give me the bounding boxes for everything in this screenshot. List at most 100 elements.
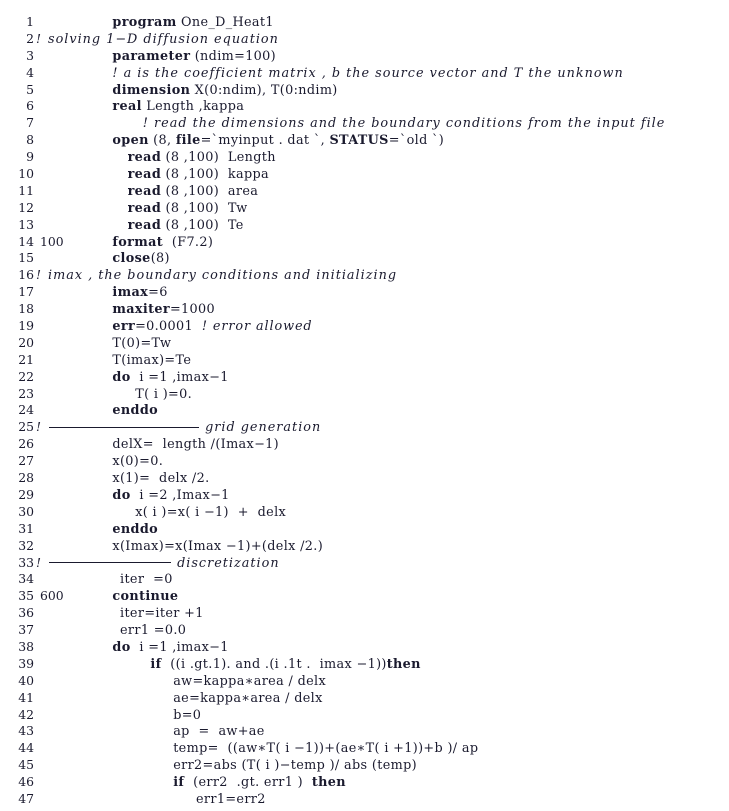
line-number: 35	[18, 588, 34, 604]
identifier: (8 ,100) Te	[161, 217, 244, 233]
code-line: 47 err1=err2	[0, 791, 729, 808]
identifier: (8,	[148, 133, 176, 149]
identifier: err1=err2	[196, 791, 266, 807]
identifier: i =2 ,Imax−1	[130, 487, 230, 503]
identifier: ae=kappa∗area / delx	[173, 690, 323, 706]
source-text: ae=kappa∗area / delx	[173, 691, 323, 706]
source-text: aw=kappa∗area / delx	[173, 674, 326, 689]
code-line: 33! discretization	[0, 555, 729, 572]
line-number: 17	[18, 284, 34, 300]
keyword: dimension	[112, 82, 191, 98]
line-number: 15	[18, 250, 34, 266]
line-number: 13	[18, 216, 34, 232]
identifier: (8 ,100) Length	[161, 150, 276, 166]
source-text: T( i )=0.	[135, 387, 192, 402]
source-text: do i =2 ,Imax−1	[112, 488, 229, 503]
source-text: x(0)=0.	[112, 454, 163, 469]
source-text: err=0.0001 ! error allowed	[112, 319, 312, 334]
identifier: (ndim=100)	[190, 48, 277, 64]
code-line: 40 aw=kappa∗area / delx	[0, 673, 729, 690]
source-text: if ((i .gt.1). and .(i .1t . imax −1))th…	[150, 657, 420, 672]
code-line: 26 delX= length /(Imax−1)	[0, 436, 729, 453]
line-number: 33	[18, 554, 34, 570]
source-text: parameter (ndim=100)	[112, 49, 276, 64]
source-text: enddo	[112, 403, 158, 418]
comment: grid generation	[200, 420, 322, 436]
source-text: continue	[112, 589, 178, 604]
line-number: 9	[26, 149, 34, 165]
line-number: 32	[18, 537, 34, 553]
inline-comment: ! error allowed	[201, 319, 313, 335]
code-line: 7 ! read the dimensions and the boundary …	[0, 115, 729, 132]
identifier: =ˋold ˋ)	[388, 133, 445, 149]
identifier: (8 ,100) Tw	[161, 200, 248, 216]
line-number: 2	[26, 30, 34, 46]
line-number: 29	[18, 486, 34, 502]
line-number: 31	[18, 520, 34, 536]
source-text: read (8 ,100) Te	[128, 218, 244, 233]
code-line: 12 read (8 ,100) Tw	[0, 200, 729, 217]
identifier: T(imax)=Te	[112, 352, 192, 368]
code-line: 30 x( i )=x( i −1) + delx	[0, 504, 729, 521]
code-line: 28 x(1)= delx /2.	[0, 470, 729, 487]
code-line: 42 b=0	[0, 707, 729, 724]
keyword: err	[112, 319, 136, 335]
code-listing: 1 program One_D_Heat1 2! solving 1−D diffus…	[0, 0, 729, 811]
source-text: x(1)= delx /2.	[112, 471, 209, 486]
keyword: if	[150, 656, 162, 672]
identifier: (F7.2)	[163, 234, 214, 250]
code-line: 22 do i =1 ,imax−1	[0, 369, 729, 386]
identifier: aw=kappa∗area / delx	[173, 673, 327, 689]
identifier: T(0)=Tw	[112, 335, 172, 351]
code-line: 38 do i =1 ,imax−1	[0, 639, 729, 656]
identifier: err1 =0.0	[120, 623, 187, 639]
code-line: 17 imax=6	[0, 284, 729, 301]
line-number: 19	[18, 318, 34, 334]
identifier: ((i .gt.1). and .(i .1t . imax −1))	[161, 656, 387, 672]
comment-marker: !	[36, 554, 41, 570]
code-line: 34 iter =0	[0, 571, 729, 588]
source-text: read (8 ,100) Tw	[128, 201, 248, 216]
statement-label: 600	[40, 588, 64, 604]
identifier: i =1 ,imax−1	[130, 369, 229, 385]
line-number: 1	[26, 14, 34, 29]
identifier: iter =0	[120, 572, 173, 588]
code-line: 20 T(0)=Tw	[0, 335, 729, 352]
keyword: then	[311, 775, 346, 791]
line-number: 24	[18, 402, 34, 418]
code-line: 39 if ((i .gt.1). and .(i .1t . imax −1))…	[0, 656, 729, 673]
identifier: =6	[148, 285, 168, 301]
code-line: 11 read (8 ,100) area	[0, 183, 729, 200]
code-line: 35 600 continue	[0, 588, 729, 605]
source-text: format (F7.2)	[112, 235, 213, 250]
keyword: read	[127, 150, 162, 166]
comment-marker: !	[36, 267, 41, 283]
source-text: real Length ,kappa	[112, 99, 244, 114]
source-text: x(Imax)=x(Imax −1)+(delx /2.)	[112, 539, 323, 554]
keyword: enddo	[112, 521, 159, 537]
code-line: 8 open (8, file=ˋmyinput . dat ˋ, STATUS=…	[0, 132, 729, 149]
source-text: grid generation	[48, 420, 321, 435]
code-line: 6 real Length ,kappa	[0, 98, 729, 115]
keyword: continue	[112, 589, 179, 605]
source-text: dimension X(0:ndim), T(0:ndim)	[112, 83, 337, 98]
code-line: 46 if (err2 .gt. err1 ) then	[0, 774, 729, 791]
code-line: 5 dimension X(0:ndim), T(0:ndim)	[0, 82, 729, 99]
code-line: 4 ! a is the coefficient matrix , b the s…	[0, 65, 729, 82]
code-line: 29 do i =2 ,Imax−1	[0, 487, 729, 504]
line-number: 41	[18, 689, 34, 705]
keyword: do	[112, 639, 131, 655]
line-number: 39	[18, 655, 34, 671]
source-text: open (8, file=ˋmyinput . dat ˋ, STATUS=ˋ…	[112, 133, 444, 148]
identifier: T( i )=0.	[135, 386, 193, 402]
source-text: imax , the boundary conditions and initi…	[48, 268, 397, 283]
keyword: enddo	[112, 403, 159, 419]
source-text: do i =1 ,imax−1	[112, 370, 228, 385]
keyword: do	[112, 369, 131, 385]
code-line: 23 T( i )=0.	[0, 386, 729, 403]
source-text: b=0	[173, 708, 201, 723]
code-line: 15 close(8)	[0, 250, 729, 267]
line-number: 7	[26, 115, 34, 131]
source-text: discretization	[48, 556, 280, 571]
source-text: read (8 ,100) area	[128, 184, 259, 199]
